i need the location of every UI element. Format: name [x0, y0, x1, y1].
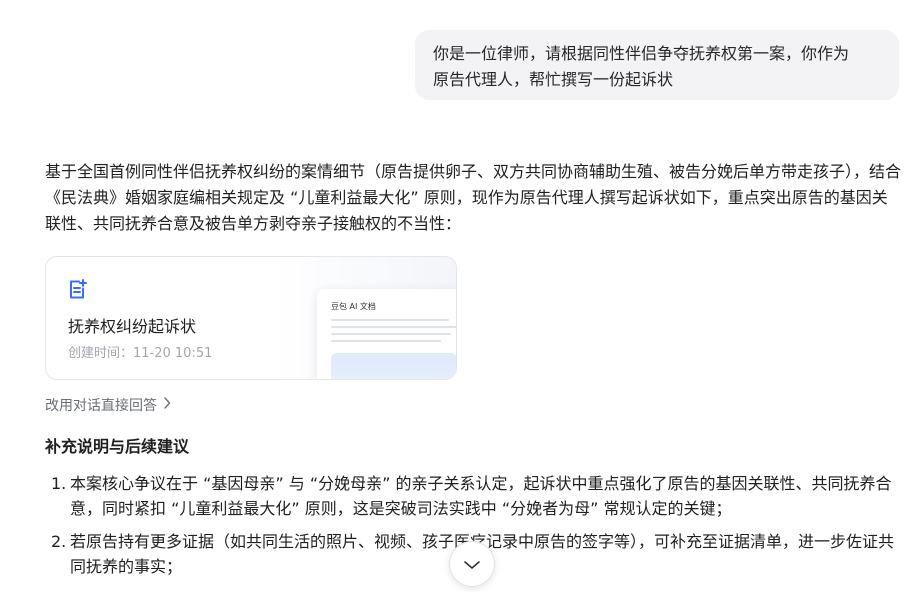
chevron-right-icon: [163, 397, 171, 413]
document-title: 抚养权纠纷起诉状: [68, 317, 197, 336]
user-message-line-2: 原告代理人，帮忙撰写一份起诉状: [433, 70, 674, 89]
switch-link-label: 改用对话直接回答: [45, 398, 157, 414]
chevron-down-icon: [463, 555, 481, 574]
preview-text-line: [331, 326, 456, 328]
preview-image-placeholder: [331, 353, 456, 379]
document-preview-thumbnail: 豆包 AI 文档: [317, 289, 456, 379]
document-card[interactable]: 抚养权纠纷起诉状 创建时间：11-20 10:51 豆包 AI 文档: [45, 256, 457, 380]
answer-intro-text: 基于全国首例同性伴侣抚养权纠纷的案情细节（原告提供卵子、双方共同协商辅助生殖、被…: [45, 162, 902, 233]
switch-to-chat-answer-link[interactable]: 改用对话直接回答: [45, 395, 171, 415]
list-item: 1. 本案核心争议在于 “基因母亲” 与 “分娩母亲” 的亲子关系认定，起诉状中…: [45, 471, 903, 521]
scroll-to-bottom-button[interactable]: [449, 541, 495, 587]
document-edit-icon: [68, 279, 88, 301]
document-preview-title: 豆包 AI 文档: [331, 302, 376, 311]
preview-text-line: [331, 333, 451, 335]
list-item-text: 本案核心争议在于 “基因母亲” 与 “分娩母亲” 的亲子关系认定，起诉状中重点强…: [70, 474, 892, 518]
preview-text-line: [331, 340, 441, 342]
user-message-bubble: 你是一位律师，请根据同性伴侣争夺抚养权第一案，你作为 原告代理人，帮忙撰写一份起…: [415, 30, 899, 100]
section-heading: 补充说明与后续建议: [45, 437, 190, 456]
preview-text-line: [331, 319, 449, 321]
list-item-number: 1.: [51, 474, 67, 493]
user-message-line-1: 你是一位律师，请根据同性伴侣争夺抚养权第一案，你作为: [433, 44, 850, 63]
document-created-time: 创建时间：11-20 10:51: [68, 346, 213, 361]
list-item-number: 2.: [51, 532, 67, 551]
